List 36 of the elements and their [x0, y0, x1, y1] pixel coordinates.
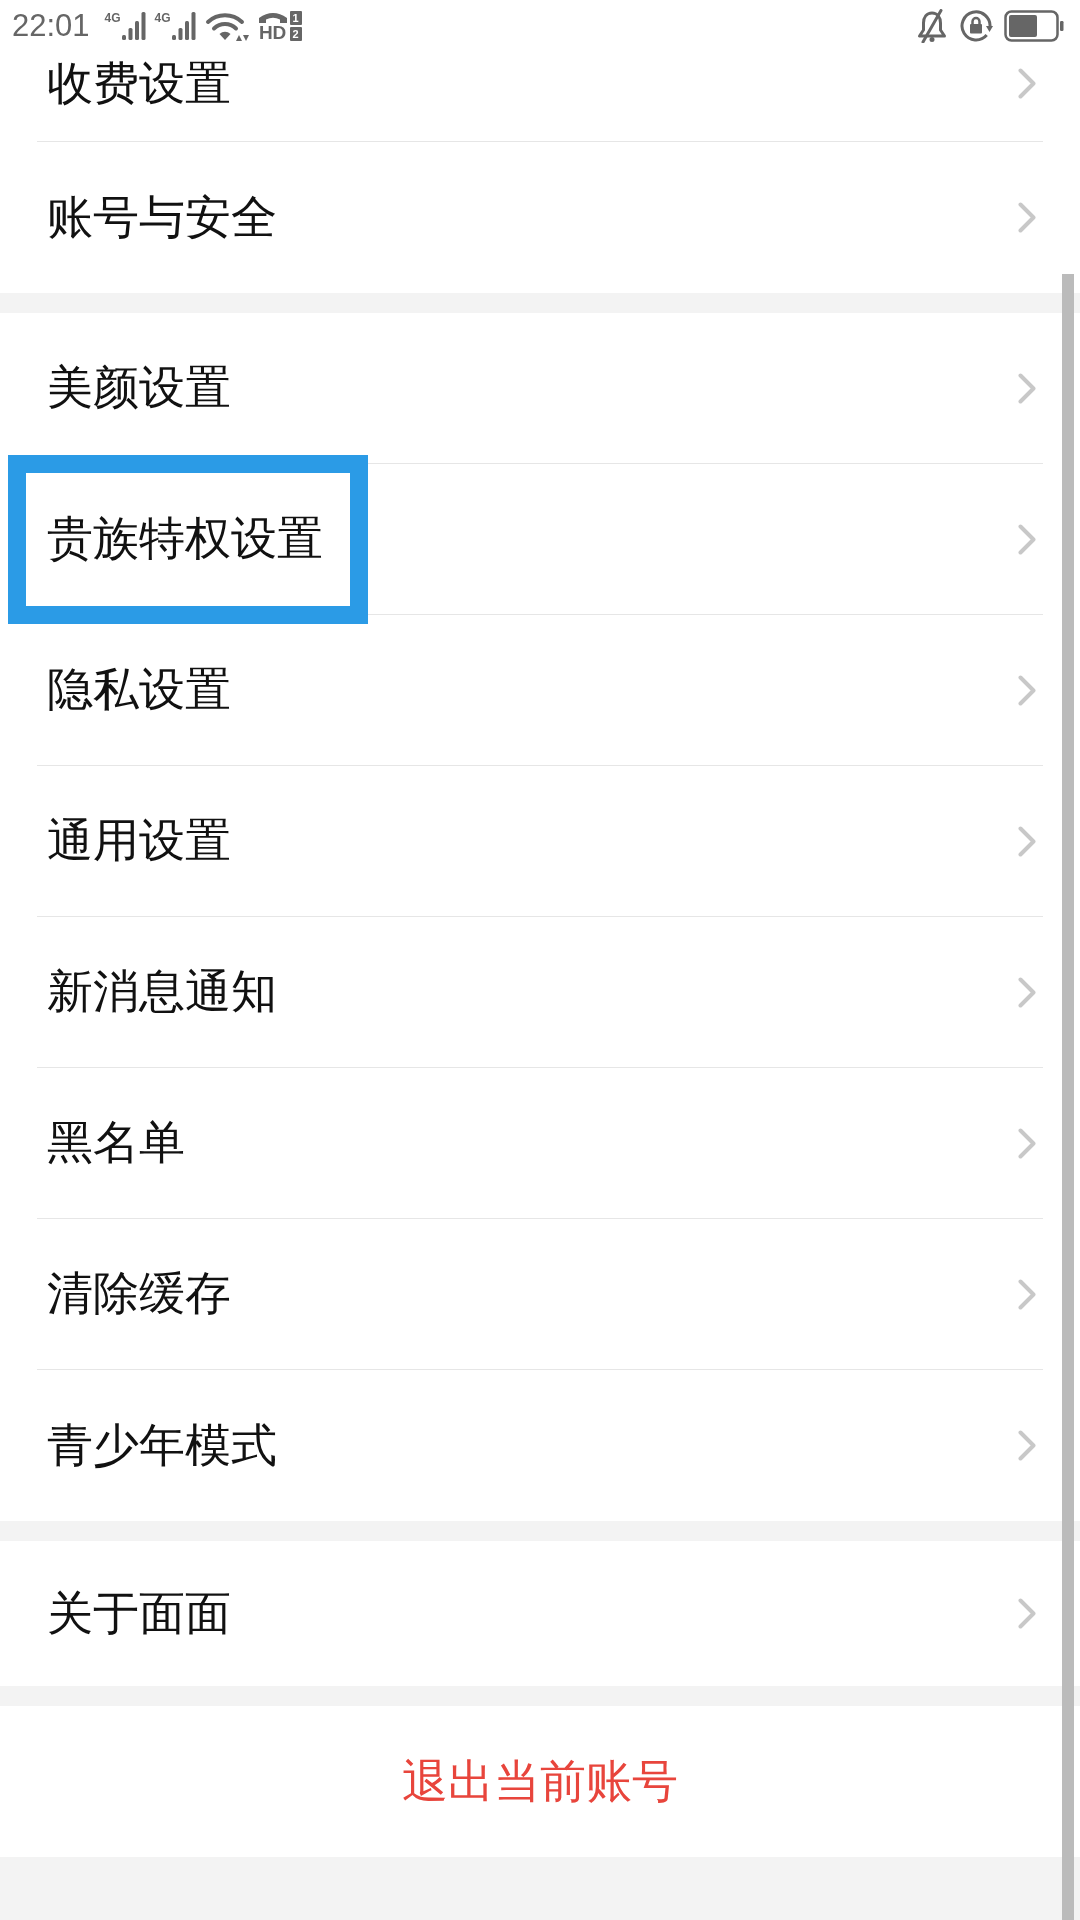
chevron-icon	[1018, 68, 1036, 99]
logout-button[interactable]: 退出当前账号	[0, 1706, 1080, 1857]
signal-icon	[121, 12, 146, 40]
settings-item[interactable]: 新消息通知	[37, 917, 1043, 1068]
chevron-icon	[1018, 372, 1036, 404]
settings-item[interactable]: 账号与安全	[37, 142, 1043, 293]
chevron-icon	[1018, 674, 1036, 706]
settings-item[interactable]: 收费设置	[37, 52, 1043, 142]
settings-item[interactable]: 美颜设置	[37, 313, 1043, 464]
battery-icon	[1004, 10, 1064, 42]
chevron-icon	[1018, 1278, 1036, 1310]
chevron-icon	[1018, 1430, 1036, 1461]
wifi-icon	[204, 10, 249, 42]
settings-item[interactable]: 青少年模式	[37, 1370, 1043, 1521]
chevron-icon	[1018, 825, 1036, 857]
rotation-lock-icon	[959, 9, 993, 43]
settings-item[interactable]: 黑名单	[37, 1068, 1043, 1219]
clock-time: 22:01	[12, 8, 90, 44]
phone-handset-icon	[257, 11, 288, 23]
settings-item[interactable]: 贵族特权设置	[37, 464, 1043, 615]
chevron-icon	[1018, 1598, 1036, 1629]
sim-slot-badge: 2	[289, 27, 302, 41]
sim-slot-badge: 1	[289, 11, 302, 25]
settings-item[interactable]: 隐私设置	[37, 615, 1043, 766]
network-type-label: 4G	[154, 12, 171, 24]
settings-item[interactable]: 清除缓存	[37, 1219, 1043, 1370]
chevron-icon	[1018, 202, 1036, 233]
signal-icon	[171, 12, 196, 40]
hd-label: HD	[258, 24, 287, 41]
chevron-icon	[1018, 523, 1036, 555]
network-type-label: 4G	[104, 12, 121, 24]
settings-item[interactable]: 通用设置	[37, 766, 1043, 917]
chevron-icon	[1018, 976, 1036, 1008]
chevron-icon	[1018, 1127, 1036, 1159]
muted-bell-icon	[916, 9, 948, 43]
settings-item[interactable]: 关于面面	[37, 1541, 1043, 1686]
